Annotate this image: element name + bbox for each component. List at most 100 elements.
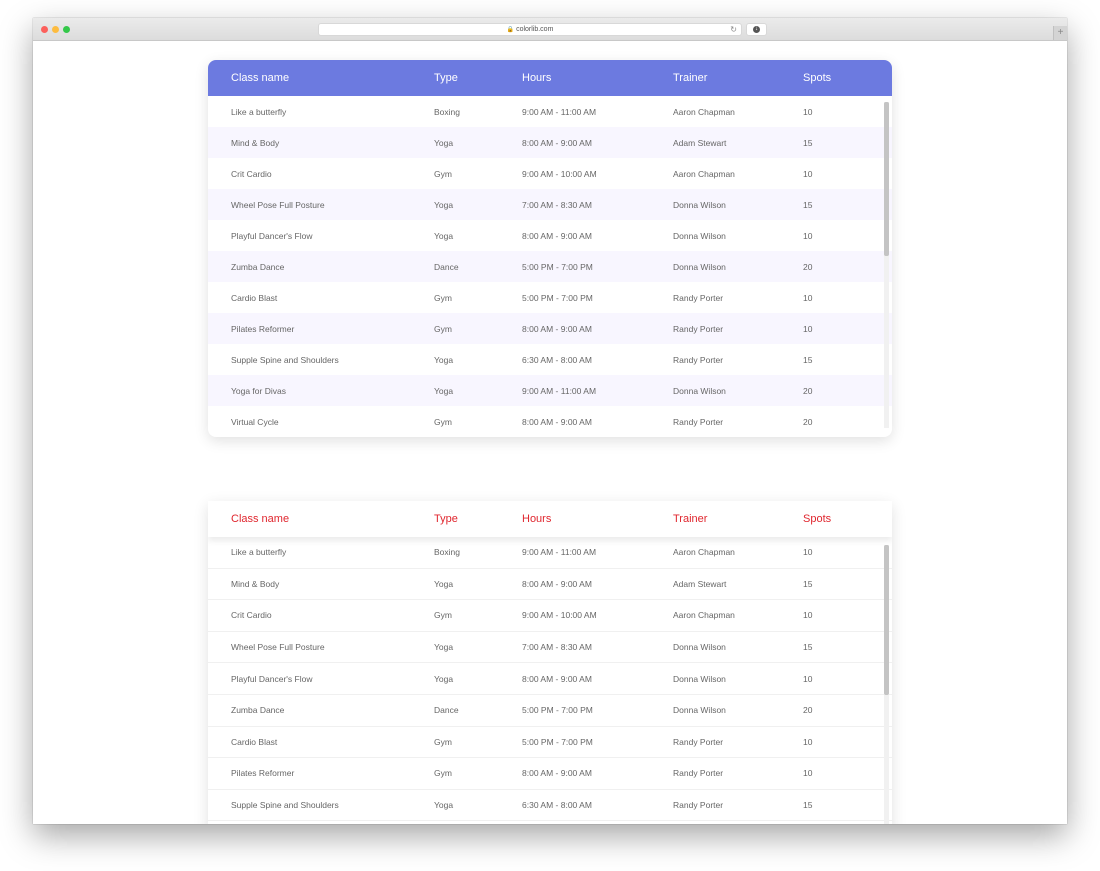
maximize-window-button[interactable] [63,26,70,33]
cell-hours: 8:00 AM - 9:00 AM [522,416,592,427]
cell-trainer: Donna Wilson [673,642,726,653]
cell-spots: 15 [803,800,813,811]
cell-trainer: Randy Porter [673,768,724,779]
cell-trainer: Donna Wilson [673,705,726,716]
cell-hours: 7:00 AM - 8:30 AM [522,199,592,210]
cell-spots: 15 [803,354,813,365]
new-tab-button[interactable]: + [1053,26,1067,40]
cell-type: Gym [434,168,452,179]
cell-trainer: Donna Wilson [673,673,726,684]
table-row[interactable]: Crit Cardio Gym 9:00 AM - 10:00 AM Aaron Ch… [208,158,892,189]
cell-type: Dance [434,705,459,716]
cell-hours: 8:00 AM - 9:00 AM [522,323,592,334]
cell-class-name: Mind & Body [231,137,280,148]
minimize-window-button[interactable] [52,26,59,33]
cell-type: Dance [434,261,459,272]
cell-class-name: Cardio Blast [231,292,278,303]
table-row[interactable]: Pilates Reformer Gym 8:00 AM - 9:00 AM Rand… [208,313,892,344]
address-bar[interactable]: 🔒 colorlib.com ↻ [318,23,742,36]
cell-spots: 10 [803,610,813,621]
cell-type: Boxing [434,106,460,117]
table-row[interactable]: Zumba Dance Dance 5:00 PM - 7:00 PM Donna W… [208,695,892,727]
cell-trainer: Randy Porter [673,800,724,811]
table-row[interactable]: Mind & Body Yoga 8:00 AM - 9:00 AM Adam Ste… [208,569,892,601]
cell-class-name: Crit Cardio [231,168,272,179]
close-window-button[interactable] [41,26,48,33]
class-table-red: Class name Type Hours Trainer Spots Like… [208,501,892,824]
scrollbar-thumb[interactable] [884,545,889,695]
download-icon: ↓ [753,26,760,33]
cell-trainer: Aaron Chapman [673,547,735,558]
cell-type: Yoga [434,673,454,684]
cell-spots: 20 [803,705,813,716]
cell-type: Gym [434,416,452,427]
cell-hours: 5:00 PM - 7:00 PM [522,292,593,303]
cell-class-name: Zumba Dance [231,261,285,272]
cell-hours: 6:30 AM - 8:00 AM [522,800,592,811]
cell-spots: 20 [803,416,813,427]
reload-icon[interactable]: ↻ [730,24,737,35]
browser-titlebar: 🔒 colorlib.com ↻ ↓ + [33,18,1067,41]
cell-trainer: Donna Wilson [673,385,726,396]
table-scrollbar[interactable] [884,102,889,428]
cell-hours: 5:00 PM - 7:00 PM [522,261,593,272]
cell-trainer: Randy Porter [673,292,724,303]
table-row[interactable]: Playful Dancer's Flow Yoga 8:00 AM - 9:00 … [208,220,892,251]
cell-type: Gym [434,323,452,334]
table-row[interactable]: Pilates Reformer Gym 8:00 AM - 9:00 AM Rand… [208,758,892,790]
table-scrollbar[interactable] [884,545,889,824]
cell-type: Gym [434,768,452,779]
scrollbar-thumb[interactable] [884,102,889,256]
table-row[interactable]: Mind & Body Yoga 8:00 AM - 9:00 AM Adam Ste… [208,127,892,158]
table-row[interactable]: Like a butterfly Boxing 9:00 AM - 11:00 AM… [208,96,892,127]
cell-hours: 8:00 AM - 9:00 AM [522,230,592,241]
cell-trainer: Donna Wilson [673,199,726,210]
cell-spots: 15 [803,137,813,148]
cell-hours: 8:00 AM - 9:00 AM [522,578,592,589]
cell-spots: 10 [803,323,813,334]
table-row[interactable]: Crit Cardio Gym 9:00 AM - 10:00 AM Aaron Ch… [208,600,892,632]
cell-spots: 10 [803,547,813,558]
cell-class-name: Crit Cardio [231,610,272,621]
cell-type: Gym [434,736,452,747]
cell-type: Yoga [434,578,454,589]
cell-type: Yoga [434,137,454,148]
cell-trainer: Randy Porter [673,323,724,334]
cell-class-name: Playful Dancer's Flow [231,230,313,241]
cell-hours: 6:30 AM - 8:00 AM [522,354,592,365]
cell-trainer: Aaron Chapman [673,610,735,621]
table-body: Like a butterfly Boxing 9:00 AM - 11:00 AM… [208,537,892,822]
cell-spots: 10 [803,106,813,117]
table-row[interactable]: Playful Dancer's Flow Yoga 8:00 AM - 9:00 … [208,663,892,695]
browser-window: 🔒 colorlib.com ↻ ↓ + Class name Type Hour… [33,18,1067,824]
cell-class-name: Zumba Dance [231,705,285,716]
table-row[interactable]: Wheel Pose Full Posture Yoga 7:00 AM - 8:3… [208,632,892,664]
table-row[interactable]: Wheel Pose Full Posture Yoga 7:00 AM - 8:3… [208,189,892,220]
table-body: Like a butterfly Boxing 9:00 AM - 11:00 AM… [208,96,892,437]
cell-class-name: Like a butterfly [231,547,287,558]
header-type: Type [434,513,458,525]
cell-hours: 5:00 PM - 7:00 PM [522,736,593,747]
table-header: Class name Type Hours Trainer Spots [208,501,892,537]
cell-trainer: Adam Stewart [673,137,727,148]
header-spots: Spots [803,72,832,84]
table-row[interactable]: Yoga for Divas Yoga 9:00 AM - 11:00 AM Donn… [208,375,892,406]
table-row[interactable]: Supple Spine and Shoulders Yoga 6:30 AM - … [208,790,892,822]
table-row[interactable]: Zumba Dance Dance 5:00 PM - 7:00 PM Donna W… [208,251,892,282]
cell-spots: 15 [803,199,813,210]
table-row[interactable]: Cardio Blast Gym 5:00 PM - 7:00 PM Randy Po… [208,282,892,313]
cell-class-name: Wheel Pose Full Posture [231,642,325,653]
table-row[interactable]: Virtual Cycle Gym 8:00 AM - 9:00 AM Randy P… [208,406,892,437]
cell-spots: 10 [803,768,813,779]
cell-spots: 15 [803,642,813,653]
cell-type: Yoga [434,800,454,811]
header-trainer: Trainer [673,513,708,525]
table-row[interactable]: Like a butterfly Boxing 9:00 AM - 11:00 AM… [208,537,892,569]
cell-trainer: Donna Wilson [673,230,726,241]
cell-class-name: Pilates Reformer [231,768,295,779]
cell-trainer: Aaron Chapman [673,106,735,117]
table-row[interactable]: Cardio Blast Gym 5:00 PM - 7:00 PM Randy Po… [208,727,892,759]
cell-type: Gym [434,610,452,621]
download-button[interactable]: ↓ [746,23,767,36]
table-row[interactable]: Supple Spine and Shoulders Yoga 6:30 AM - … [208,344,892,375]
